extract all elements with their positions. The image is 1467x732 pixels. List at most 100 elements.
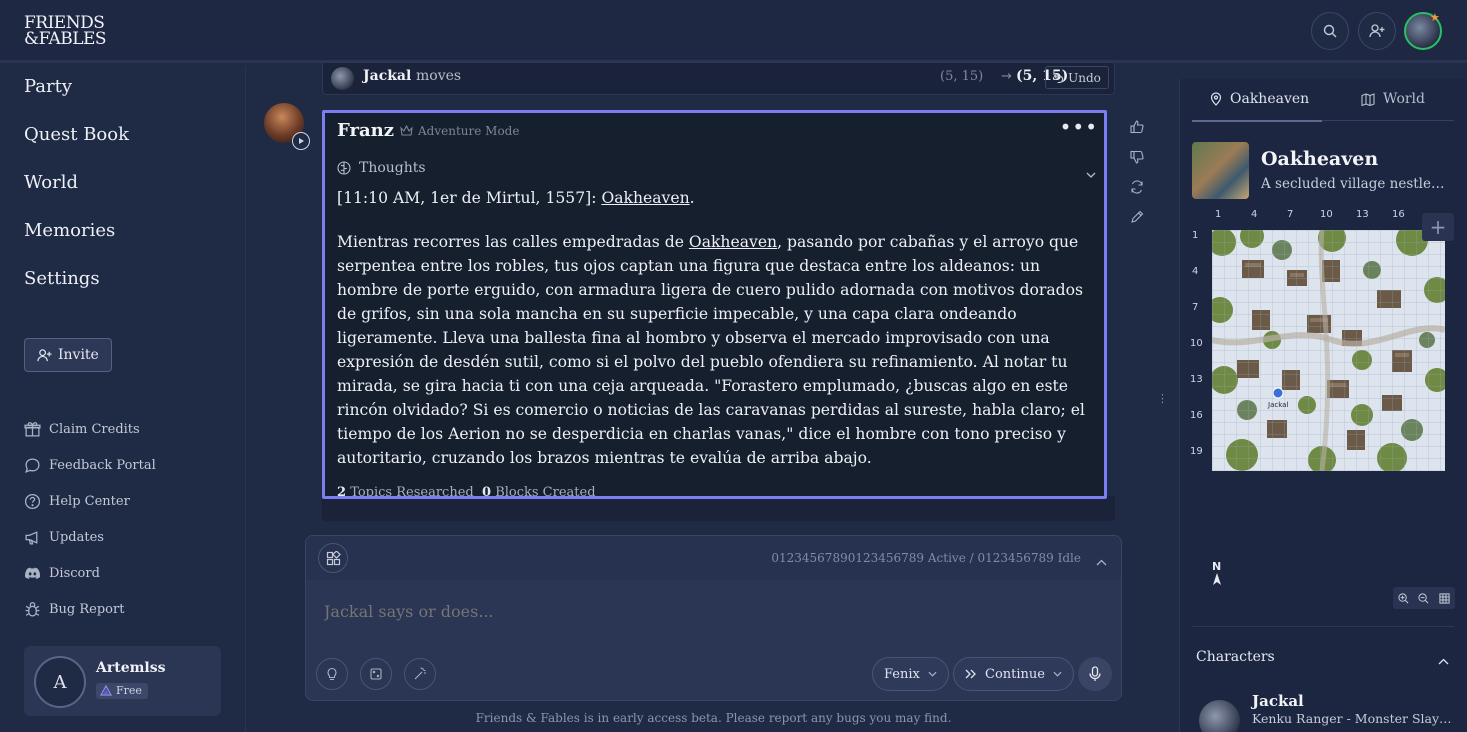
- character-avatar[interactable]: [1199, 700, 1240, 732]
- undo-button[interactable]: Undo: [1045, 66, 1109, 89]
- location-thumbnail[interactable]: [1192, 142, 1249, 199]
- more-options-icon[interactable]: •••: [1060, 115, 1098, 139]
- nav-party[interactable]: Party: [24, 76, 72, 97]
- north-arrow-icon: [1212, 573, 1221, 585]
- grid-col-label: 4: [1251, 209, 1258, 220]
- active-tab-indicator: [1192, 120, 1322, 122]
- move-verb: moves: [416, 68, 462, 84]
- message-footer-strip: [322, 496, 1115, 521]
- microphone-icon: [1089, 666, 1101, 681]
- magic-wand-icon: [414, 667, 426, 680]
- chat-bubble-icon: [25, 458, 40, 473]
- bug-icon: [25, 601, 40, 617]
- grid-col-label: 16: [1392, 209, 1405, 220]
- lightbulb-icon: [327, 667, 337, 681]
- mode-label: Adventure Mode: [400, 124, 519, 138]
- nav-memories[interactable]: Memories: [24, 220, 115, 241]
- composer-header: 01234567890123456789 Active / 0123456789…: [306, 536, 1121, 580]
- grid-row-label: 1: [1192, 230, 1199, 241]
- updates-link[interactable]: Updates: [24, 529, 104, 546]
- tab-location[interactable]: Oakheaven: [1210, 91, 1309, 107]
- bug-report-link[interactable]: Bug Report: [24, 601, 124, 618]
- thumbs-down-icon[interactable]: [1127, 142, 1147, 172]
- chevron-up-icon[interactable]: [1096, 551, 1107, 570]
- message-card[interactable]: Franz Adventure Mode ••• Thoughts [11:10…: [322, 110, 1107, 499]
- play-icon[interactable]: [292, 132, 310, 150]
- chevron-down-icon: [1053, 671, 1062, 677]
- invite-button[interactable]: Invite: [24, 338, 112, 372]
- map-zoom-controls: [1393, 587, 1455, 609]
- location-name: Oakheaven: [1261, 148, 1379, 170]
- move-from: (5, 15): [940, 69, 984, 84]
- search-icon: [1323, 24, 1337, 38]
- grid-col-label: 7: [1287, 209, 1294, 220]
- chevron-up-icon[interactable]: [1438, 650, 1449, 669]
- action-input[interactable]: [324, 602, 924, 621]
- model-select[interactable]: Fenix: [872, 657, 949, 691]
- map-token-label: Jackal: [1267, 401, 1288, 409]
- nav-world[interactable]: World: [24, 172, 78, 193]
- help-center-link[interactable]: Help Center: [24, 493, 130, 510]
- move-actor: Jackal: [363, 68, 412, 84]
- resize-handle[interactable]: ⋮: [1157, 392, 1168, 405]
- beta-notice: Friends & Fables is in early access beta…: [475, 711, 952, 725]
- grid-row-label: 10: [1190, 338, 1203, 349]
- dice-button[interactable]: [360, 658, 392, 690]
- megaphone-icon: [25, 531, 38, 545]
- location-description: A secluded village nestled…: [1261, 176, 1451, 192]
- zoom-out-icon[interactable]: [1418, 592, 1429, 604]
- brain-icon: [337, 161, 351, 175]
- hint-button[interactable]: [316, 658, 348, 690]
- user-name: Artemlss: [96, 660, 166, 676]
- location-link[interactable]: Oakheaven: [601, 189, 689, 207]
- grid-row-label: 4: [1192, 266, 1199, 277]
- grid-toggle-icon[interactable]: [1439, 592, 1450, 604]
- characters-header[interactable]: Characters: [1196, 649, 1275, 665]
- continue-button[interactable]: Continue: [953, 657, 1074, 691]
- nav-quest-book[interactable]: Quest Book: [24, 124, 129, 145]
- feedback-portal-link[interactable]: Feedback Portal: [24, 457, 156, 474]
- avatar: A: [34, 656, 86, 708]
- top-bar: FRIENDS &FABLES ★: [0, 0, 1467, 63]
- location-link[interactable]: Oakheaven: [689, 233, 777, 251]
- add-friend-button[interactable]: [1358, 12, 1396, 50]
- triangle-icon: [100, 685, 112, 696]
- discord-icon: [25, 567, 41, 579]
- tab-world[interactable]: World: [1361, 91, 1425, 107]
- compass: N: [1212, 561, 1221, 588]
- grid-icon: [326, 550, 341, 565]
- move-event: Jackal moves (5, 15) → (5, 15) Undo: [322, 62, 1115, 95]
- map-pin-icon: [1210, 92, 1222, 106]
- nav-settings[interactable]: Settings: [24, 268, 100, 289]
- speaker-name: Franz: [337, 120, 394, 141]
- grid-col-label: 13: [1356, 209, 1369, 220]
- right-panel: Oakheaven World Oakheaven A secluded vil…: [1179, 79, 1467, 732]
- chevron-down-icon[interactable]: [1086, 163, 1096, 182]
- user-card[interactable]: A Artemlss Free: [24, 646, 221, 716]
- app-logo[interactable]: FRIENDS &FABLES: [24, 15, 107, 48]
- add-map-button[interactable]: +: [1422, 213, 1454, 241]
- star-icon: ★: [1430, 11, 1440, 24]
- session-status: 01234567890123456789 Active / 0123456789…: [771, 551, 1081, 565]
- microphone-button[interactable]: [1078, 657, 1112, 691]
- chevron-down-icon: [928, 671, 937, 677]
- divider: [1192, 626, 1454, 627]
- dice-icon: [370, 668, 382, 680]
- grid-col-label: 1: [1215, 209, 1222, 220]
- claim-credits-link[interactable]: Claim Credits: [24, 421, 140, 438]
- edit-icon[interactable]: [1127, 202, 1147, 232]
- zoom-in-icon[interactable]: [1398, 592, 1409, 604]
- regenerate-icon[interactable]: [1127, 172, 1147, 202]
- discord-link[interactable]: Discord: [24, 565, 100, 582]
- battle-map[interactable]: Jackal: [1212, 230, 1445, 471]
- search-button[interactable]: [1311, 12, 1349, 50]
- composer: 01234567890123456789 Active / 0123456789…: [305, 535, 1122, 701]
- thoughts-toggle[interactable]: Thoughts: [337, 160, 426, 176]
- arrow-right-icon: →: [1001, 69, 1012, 84]
- apps-button[interactable]: [318, 543, 348, 573]
- character-name[interactable]: Jackal: [1252, 692, 1304, 710]
- crown-icon: [400, 125, 413, 136]
- magic-button[interactable]: [404, 658, 436, 690]
- thumbs-up-icon[interactable]: [1127, 112, 1147, 142]
- user-plus-icon: [37, 348, 52, 361]
